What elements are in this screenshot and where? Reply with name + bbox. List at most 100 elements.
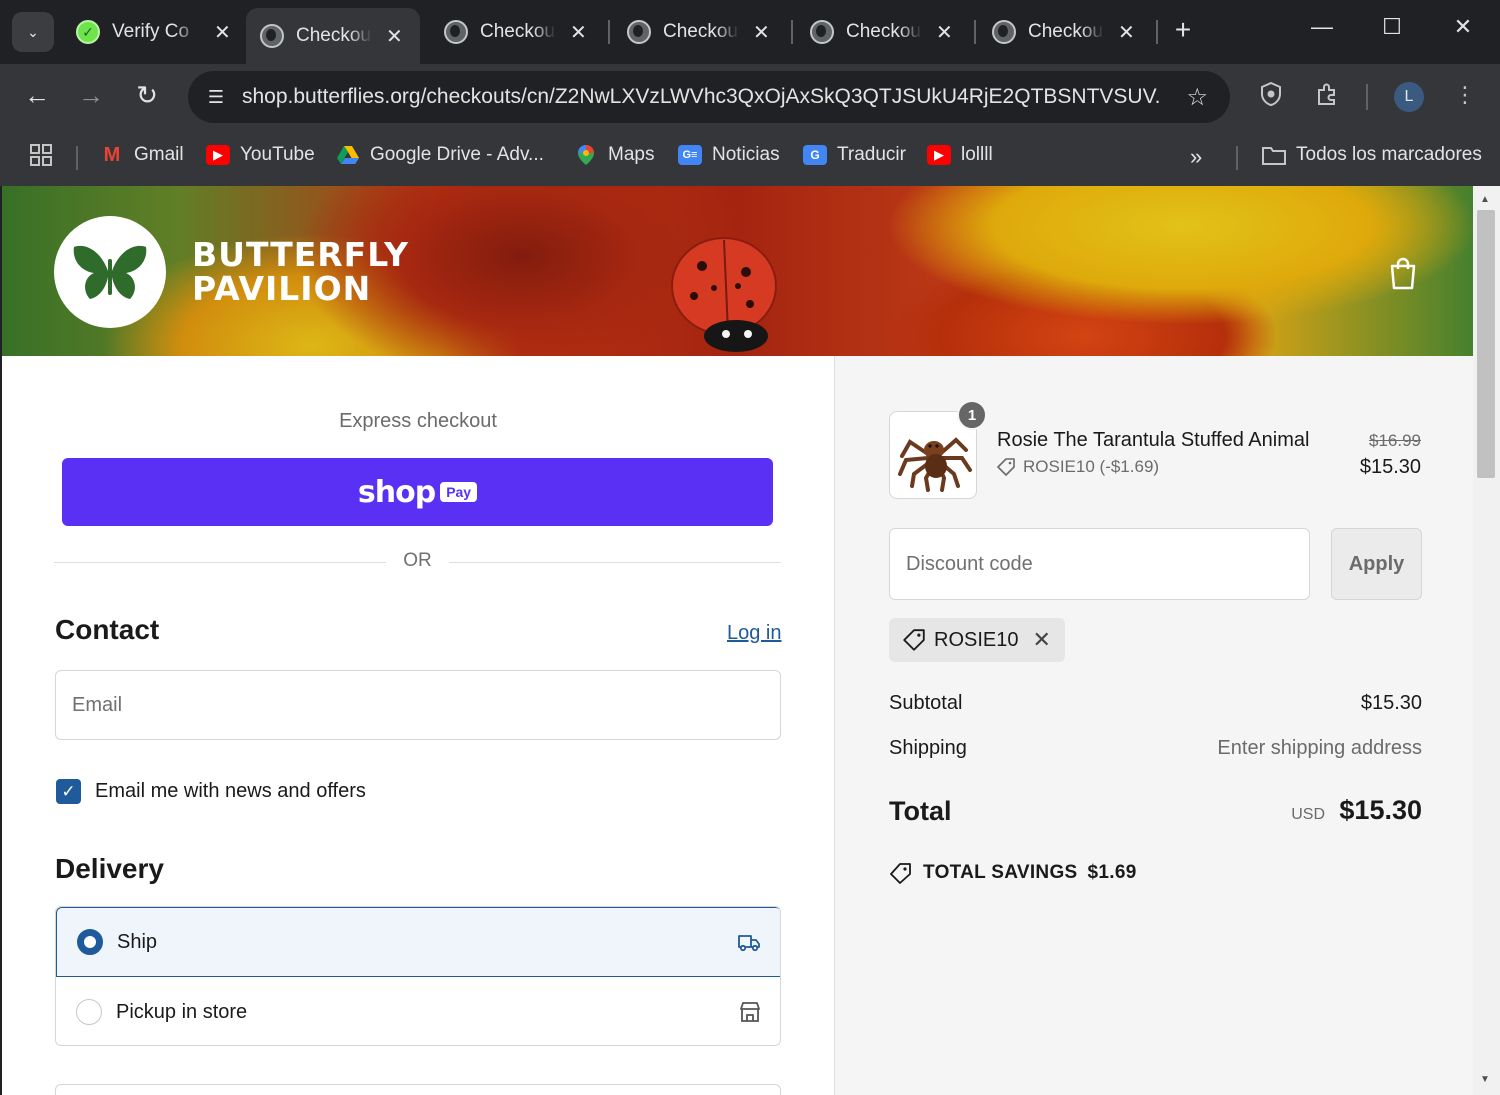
- toolbar-divider: [1366, 84, 1368, 110]
- more-menu-icon[interactable]: ⋮: [1448, 82, 1482, 108]
- profile-avatar[interactable]: L: [1394, 82, 1424, 112]
- close-icon[interactable]: ✕: [570, 20, 587, 45]
- radio-selected[interactable]: [77, 929, 103, 955]
- globe-icon: [810, 20, 834, 44]
- arrow-left-icon: ←: [24, 80, 50, 110]
- site-info-icon[interactable]: ☰: [198, 87, 234, 108]
- applied-discount-chip: ROSIE10 ✕: [889, 618, 1065, 662]
- bookmark-gmail[interactable]: M Gmail: [100, 144, 184, 166]
- or-label: OR: [403, 550, 432, 571]
- remove-discount-icon[interactable]: ✕: [1032, 627, 1050, 653]
- new-tab-button[interactable]: +: [1168, 14, 1198, 46]
- applied-code: ROSIE10: [934, 628, 1019, 651]
- brand-name: BUTTERFLY PAVILION: [192, 238, 409, 306]
- bookmark-google-drive[interactable]: Google Drive - Adv...: [336, 144, 544, 166]
- tab-separator: [974, 20, 976, 44]
- store-header-banner: BUTTERFLY PAVILION: [2, 186, 1473, 356]
- shop-pay-button[interactable]: shop Pay: [62, 458, 773, 526]
- tab-checkout[interactable]: Checkout ✕: [613, 8, 787, 56]
- express-checkout-title: Express checkout: [339, 410, 497, 432]
- google-drive-icon: [336, 145, 360, 165]
- bookmark-traducir[interactable]: G Traducir: [803, 144, 906, 166]
- delivery-method-group: Ship Pickup in store: [55, 906, 781, 1046]
- tab-title: Checkout: [663, 21, 739, 42]
- close-icon[interactable]: ✕: [1118, 20, 1135, 45]
- order-summary: 1 Rosie The Tarantula Stuffed Animal ROS…: [835, 356, 1473, 1095]
- store-icon: [740, 1002, 760, 1022]
- total-currency: USD: [1291, 806, 1325, 823]
- more-bookmarks-button[interactable]: »: [1190, 144, 1202, 170]
- bookmark-noticias[interactable]: G≡ Noticias: [678, 144, 780, 166]
- tab-separator: [1156, 20, 1158, 44]
- reload-button[interactable]: ↻: [130, 80, 164, 111]
- bookmark-maps[interactable]: Maps: [574, 144, 654, 166]
- newsletter-checkbox[interactable]: ✓: [56, 779, 81, 804]
- newsletter-option[interactable]: ✓ Email me with news and offers: [56, 779, 366, 804]
- youtube-icon: ▶: [206, 145, 230, 165]
- apply-discount-button[interactable]: Apply: [1331, 528, 1422, 600]
- shopping-bag-icon[interactable]: [1388, 256, 1418, 290]
- butterfly-icon: [73, 245, 147, 299]
- product-discount-text: ROSIE10 (-$1.69): [1023, 457, 1160, 476]
- extensions-puzzle-icon[interactable]: [1310, 82, 1344, 112]
- back-button[interactable]: ←: [20, 80, 54, 111]
- tag-icon: [903, 629, 925, 651]
- plus-icon: +: [1174, 14, 1192, 45]
- maximize-button[interactable]: ☐: [1372, 14, 1412, 40]
- gmail-icon: M: [103, 143, 121, 166]
- discount-code-input[interactable]: [889, 528, 1310, 600]
- url-text[interactable]: shop.butterflies.org/checkouts/cn/Z2NwLX…: [242, 85, 1162, 109]
- verify-check-icon: ✓: [76, 20, 100, 44]
- truck-icon: [738, 935, 760, 952]
- scroll-thumb[interactable]: [1477, 210, 1495, 478]
- close-icon[interactable]: ✕: [936, 20, 953, 45]
- total-label: Total: [889, 796, 952, 826]
- globe-icon: [992, 20, 1016, 44]
- minimize-icon: —: [1311, 14, 1333, 39]
- chevron-double-right-icon: »: [1190, 144, 1203, 169]
- tab-checkout[interactable]: Checkout ✕: [430, 8, 604, 56]
- tab-checkout-active[interactable]: Checkout ✕: [246, 8, 420, 64]
- savings-label: TOTAL SAVINGS: [923, 862, 1078, 883]
- email-field[interactable]: [55, 670, 781, 740]
- tab-checkout[interactable]: Checkout ✕: [796, 8, 970, 56]
- apps-grid-icon[interactable]: [30, 144, 52, 166]
- close-icon: ✕: [1453, 14, 1473, 39]
- delivery-option-pickup[interactable]: Pickup in store: [56, 977, 780, 1045]
- tab-title: Checkout: [480, 21, 556, 42]
- ladybug-image: [671, 237, 777, 352]
- close-icon[interactable]: ✕: [214, 20, 231, 45]
- checkmark-icon: ✓: [61, 781, 76, 801]
- bookmark-youtube[interactable]: ▶ YouTube: [206, 144, 315, 166]
- translate-icon: G: [803, 145, 827, 165]
- all-bookmarks-button[interactable]: Todos los marcadores: [1262, 144, 1482, 166]
- minimize-button[interactable]: —: [1302, 14, 1342, 40]
- close-icon[interactable]: ✕: [386, 24, 403, 49]
- forward-button[interactable]: →: [74, 80, 108, 111]
- bookmark-label: Noticias: [712, 144, 780, 165]
- tab-verify[interactable]: ✓ Verify Co ✕: [62, 8, 246, 56]
- subtotal-row: Subtotal $15.30: [889, 692, 1422, 715]
- checkout-form: Express checkout shop Pay OR Contact Log…: [2, 356, 834, 1095]
- shipping-label: Shipping: [889, 737, 967, 759]
- bookmark-lollll[interactable]: ▶ lollll: [927, 144, 993, 166]
- close-window-button[interactable]: ✕: [1443, 14, 1483, 40]
- address-bar[interactable]: ☰ shop.butterflies.org/checkouts/cn/Z2Nw…: [188, 71, 1230, 123]
- tab-checkout[interactable]: Checkout ✕: [978, 8, 1152, 56]
- tag-icon: [890, 863, 911, 884]
- butterfly-logo[interactable]: [54, 216, 166, 328]
- scroll-up-icon[interactable]: ▲: [1480, 194, 1490, 205]
- bookmarks-bar: M Gmail ▶ YouTube Google Drive - Adv... …: [0, 130, 1500, 186]
- delivery-option-label: Ship: [117, 930, 158, 953]
- login-link[interactable]: Log in: [727, 622, 782, 645]
- close-icon[interactable]: ✕: [753, 20, 770, 45]
- bookmark-star-icon[interactable]: ☆: [1186, 83, 1208, 112]
- tab-title: Checkout: [1028, 21, 1104, 42]
- page-scrollbar[interactable]: ▲ ▼: [1473, 186, 1500, 1095]
- news-icon: G≡: [678, 145, 702, 165]
- radio-unselected[interactable]: [76, 999, 102, 1025]
- tab-search-button[interactable]: ⌄: [12, 12, 54, 52]
- scroll-down-icon[interactable]: ▼: [1480, 1074, 1490, 1085]
- shield-extension-icon[interactable]: [1254, 81, 1288, 112]
- delivery-option-ship[interactable]: Ship: [56, 907, 780, 977]
